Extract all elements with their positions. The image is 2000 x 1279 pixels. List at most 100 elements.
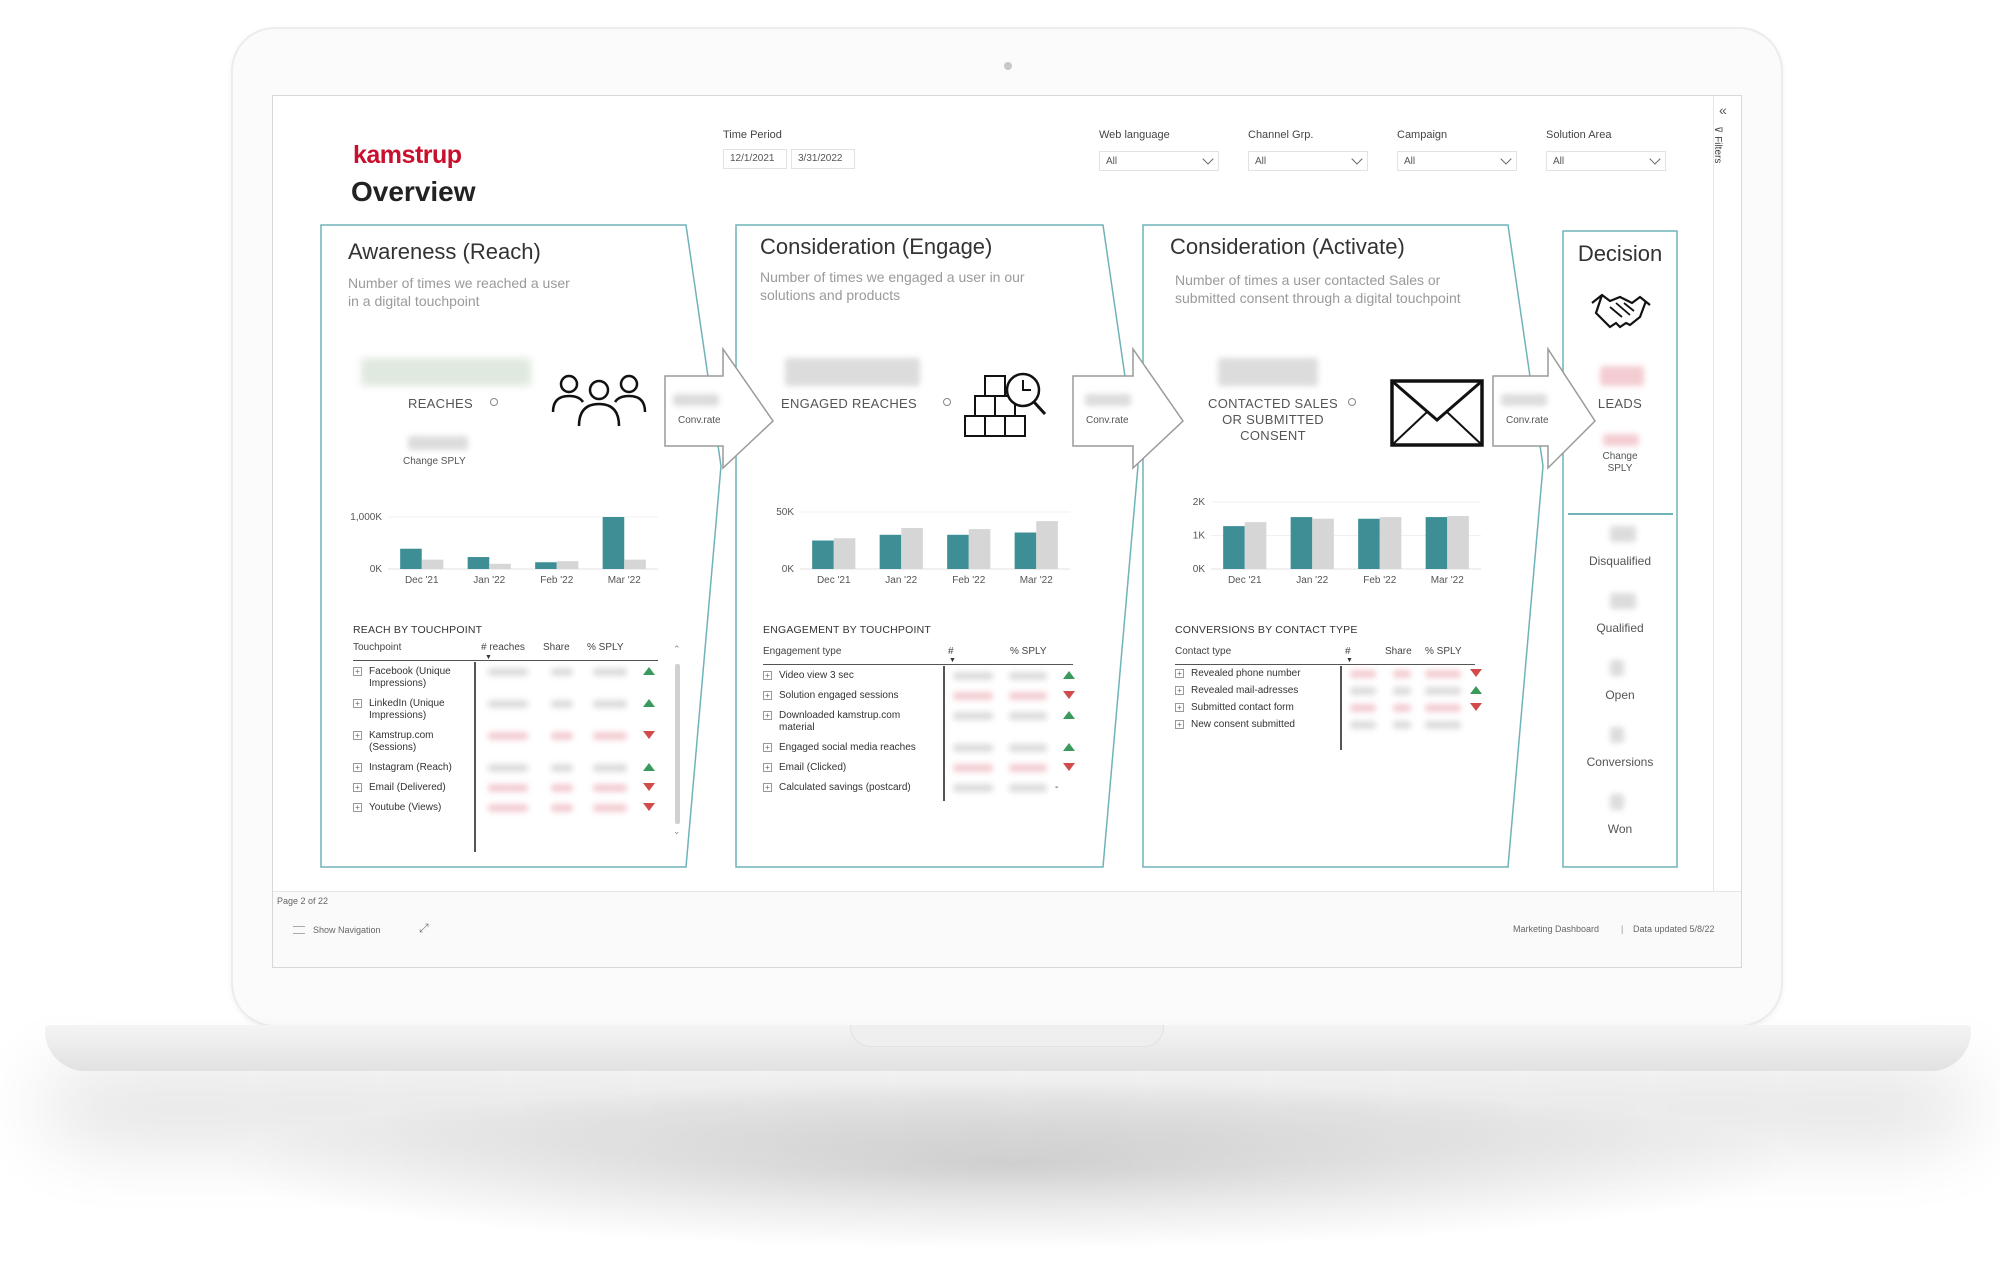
bar-current[interactable] bbox=[400, 548, 422, 569]
expand-row-icon[interactable]: + bbox=[1175, 669, 1184, 678]
expand-row-icon[interactable]: + bbox=[1175, 720, 1184, 729]
bar-sply[interactable] bbox=[489, 563, 511, 569]
bar-sply[interactable] bbox=[1379, 517, 1402, 569]
bar-sply[interactable] bbox=[1447, 516, 1469, 569]
cell-value bbox=[593, 732, 627, 740]
table-row[interactable]: + Revealed phone number bbox=[1175, 668, 1495, 684]
bar-sply[interactable] bbox=[421, 559, 444, 569]
conv-rate-value-2 bbox=[1085, 394, 1131, 406]
cell-value bbox=[593, 700, 627, 708]
filters-pane-toggle[interactable]: ⊽ Filters bbox=[1712, 126, 1723, 163]
bar-current[interactable] bbox=[947, 534, 969, 569]
table-row[interactable]: + Youtube (Views) bbox=[353, 802, 673, 818]
reach-desc-2: in a digital touchpoint bbox=[348, 293, 480, 309]
col-header-reaches[interactable]: # reaches bbox=[481, 642, 525, 653]
table-row[interactable]: + Solution engaged sessions bbox=[763, 690, 1083, 706]
bar-current[interactable] bbox=[1290, 517, 1313, 569]
bar-sply[interactable] bbox=[556, 561, 579, 569]
bar-sply[interactable] bbox=[1036, 521, 1058, 569]
expand-row-icon[interactable]: + bbox=[1175, 703, 1184, 712]
table-row[interactable]: + Calculated savings (postcard) - bbox=[763, 782, 1083, 798]
bar-sply[interactable] bbox=[1312, 518, 1334, 569]
row-label-line-1: Revealed mail-adresses bbox=[1191, 685, 1299, 696]
table-row[interactable]: + New consent submitted bbox=[1175, 719, 1495, 735]
bar-sply[interactable] bbox=[833, 538, 856, 569]
expand-row-icon[interactable]: + bbox=[353, 763, 362, 772]
info-icon[interactable] bbox=[1348, 398, 1356, 406]
bar-current[interactable] bbox=[602, 517, 625, 569]
cell-value bbox=[1009, 692, 1047, 700]
decision-value bbox=[1610, 660, 1624, 676]
expand-row-icon[interactable]: + bbox=[1175, 686, 1184, 695]
expand-row-icon[interactable]: + bbox=[763, 743, 772, 752]
info-icon[interactable] bbox=[490, 398, 498, 406]
bar-current[interactable] bbox=[1223, 526, 1245, 569]
col-header-count[interactable]: # bbox=[1345, 646, 1351, 657]
y-tick-label: 50K bbox=[776, 507, 794, 518]
cell-value bbox=[488, 700, 528, 708]
bar-current[interactable] bbox=[467, 557, 490, 569]
table-row[interactable]: + Revealed mail-adresses bbox=[1175, 685, 1495, 701]
expand-row-icon[interactable]: + bbox=[353, 803, 362, 812]
filters-pane-label: Filters bbox=[1712, 136, 1723, 164]
bar-current[interactable] bbox=[1425, 517, 1448, 569]
col-header-contact-type[interactable]: Contact type bbox=[1175, 646, 1231, 657]
expand-row-icon[interactable]: + bbox=[763, 711, 772, 720]
col-header-touchpoint[interactable]: Touchpoint bbox=[353, 642, 401, 653]
col-header-sply[interactable]: % SPLY bbox=[1425, 646, 1462, 657]
expand-row-icon[interactable]: + bbox=[763, 783, 772, 792]
bar-sply[interactable] bbox=[1244, 522, 1267, 569]
expand-row-icon[interactable]: + bbox=[353, 783, 362, 792]
collapse-chevrons-icon[interactable]: « bbox=[1719, 102, 1727, 118]
reach-change-value bbox=[408, 436, 468, 450]
table-row[interactable]: + Video view 3 sec bbox=[763, 670, 1083, 686]
laptop-notch bbox=[850, 1025, 1164, 1047]
expand-row-icon[interactable]: + bbox=[763, 763, 772, 772]
row-label: Facebook (Unique Impressions) bbox=[369, 666, 474, 690]
table-row[interactable]: + Email (Clicked) bbox=[763, 762, 1083, 778]
col-header-sply[interactable]: % SPLY bbox=[587, 642, 624, 653]
navigation-menu-icon[interactable] bbox=[293, 926, 305, 934]
col-header-count[interactable]: # bbox=[948, 646, 954, 657]
trend-down-icon bbox=[1063, 691, 1075, 699]
table-row[interactable]: + Facebook (Unique Impressions) bbox=[353, 666, 673, 694]
table-row[interactable]: + Email (Delivered) bbox=[353, 782, 673, 798]
table-scrollbar[interactable] bbox=[675, 664, 680, 824]
table-row[interactable]: + Engaged social media reaches bbox=[763, 742, 1083, 758]
col-header-share[interactable]: Share bbox=[1385, 646, 1412, 657]
activate-bar-chart: 0K 1K 2K Dec '21 Jan '22 Feb '22 Mar '22 bbox=[1193, 497, 1481, 586]
cell-value bbox=[488, 764, 528, 772]
col-header-share[interactable]: Share bbox=[543, 642, 570, 653]
table-row[interactable]: + Instagram (Reach) bbox=[353, 762, 673, 778]
bar-sply[interactable] bbox=[901, 527, 923, 569]
engage-kpi-label: ENGAGED REACHES bbox=[781, 396, 917, 411]
x-tick-label: Dec '21 bbox=[405, 575, 439, 586]
bar-current[interactable] bbox=[1014, 532, 1037, 569]
expand-row-icon[interactable]: + bbox=[353, 699, 362, 708]
expand-row-icon[interactable]: + bbox=[353, 731, 362, 740]
bar-current[interactable] bbox=[812, 540, 834, 570]
expand-row-icon[interactable]: + bbox=[763, 671, 772, 680]
leads-kpi-value bbox=[1600, 366, 1644, 386]
bar-sply[interactable] bbox=[624, 559, 646, 569]
expand-icon[interactable]: ⤢ bbox=[419, 921, 429, 936]
bar-current[interactable] bbox=[1358, 518, 1380, 569]
table-row[interactable]: + LinkedIn (Unique Impressions) bbox=[353, 698, 673, 726]
x-tick-label: Mar '22 bbox=[608, 575, 641, 586]
table-row[interactable]: + Downloaded kamstrup.com material bbox=[763, 710, 1083, 738]
scroll-down-icon[interactable]: ⌄ bbox=[673, 826, 681, 837]
cell-value bbox=[1009, 672, 1047, 680]
expand-row-icon[interactable]: + bbox=[763, 691, 772, 700]
bar-sply[interactable] bbox=[968, 529, 991, 569]
info-icon[interactable] bbox=[943, 398, 951, 406]
col-header-engagement-type[interactable]: Engagement type bbox=[763, 646, 841, 657]
leads-change-value bbox=[1603, 434, 1639, 446]
scroll-up-icon[interactable]: ⌃ bbox=[673, 644, 681, 655]
show-navigation-button[interactable]: Show Navigation bbox=[313, 925, 381, 935]
expand-row-icon[interactable]: + bbox=[353, 667, 362, 676]
table-row[interactable]: + Submitted contact form bbox=[1175, 702, 1495, 718]
bar-current[interactable] bbox=[879, 534, 902, 569]
table-row[interactable]: + Kamstrup.com (Sessions) bbox=[353, 730, 673, 758]
col-header-sply[interactable]: % SPLY bbox=[1010, 646, 1047, 657]
bar-current[interactable] bbox=[535, 562, 557, 569]
